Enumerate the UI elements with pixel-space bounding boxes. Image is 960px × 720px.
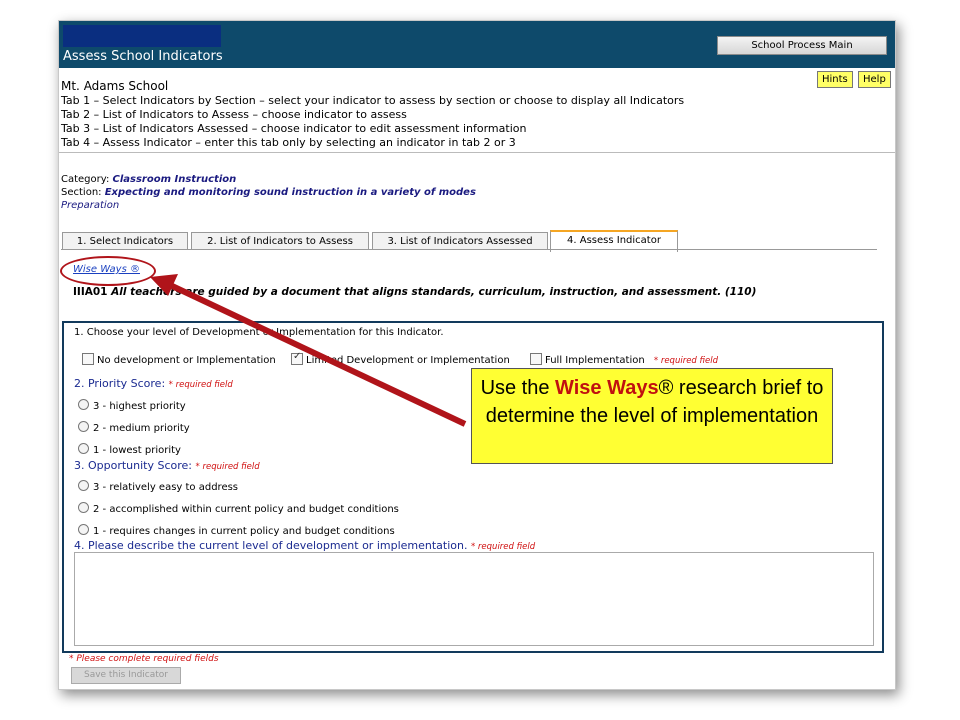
callout-highlight: Wise Ways [555, 377, 659, 399]
arrow-line [168, 282, 467, 427]
annotation-callout: Use the Wise Ways® research brief to det… [471, 368, 833, 464]
callout-text-before: Use the [480, 377, 556, 399]
annotation-arrow [150, 274, 467, 427]
